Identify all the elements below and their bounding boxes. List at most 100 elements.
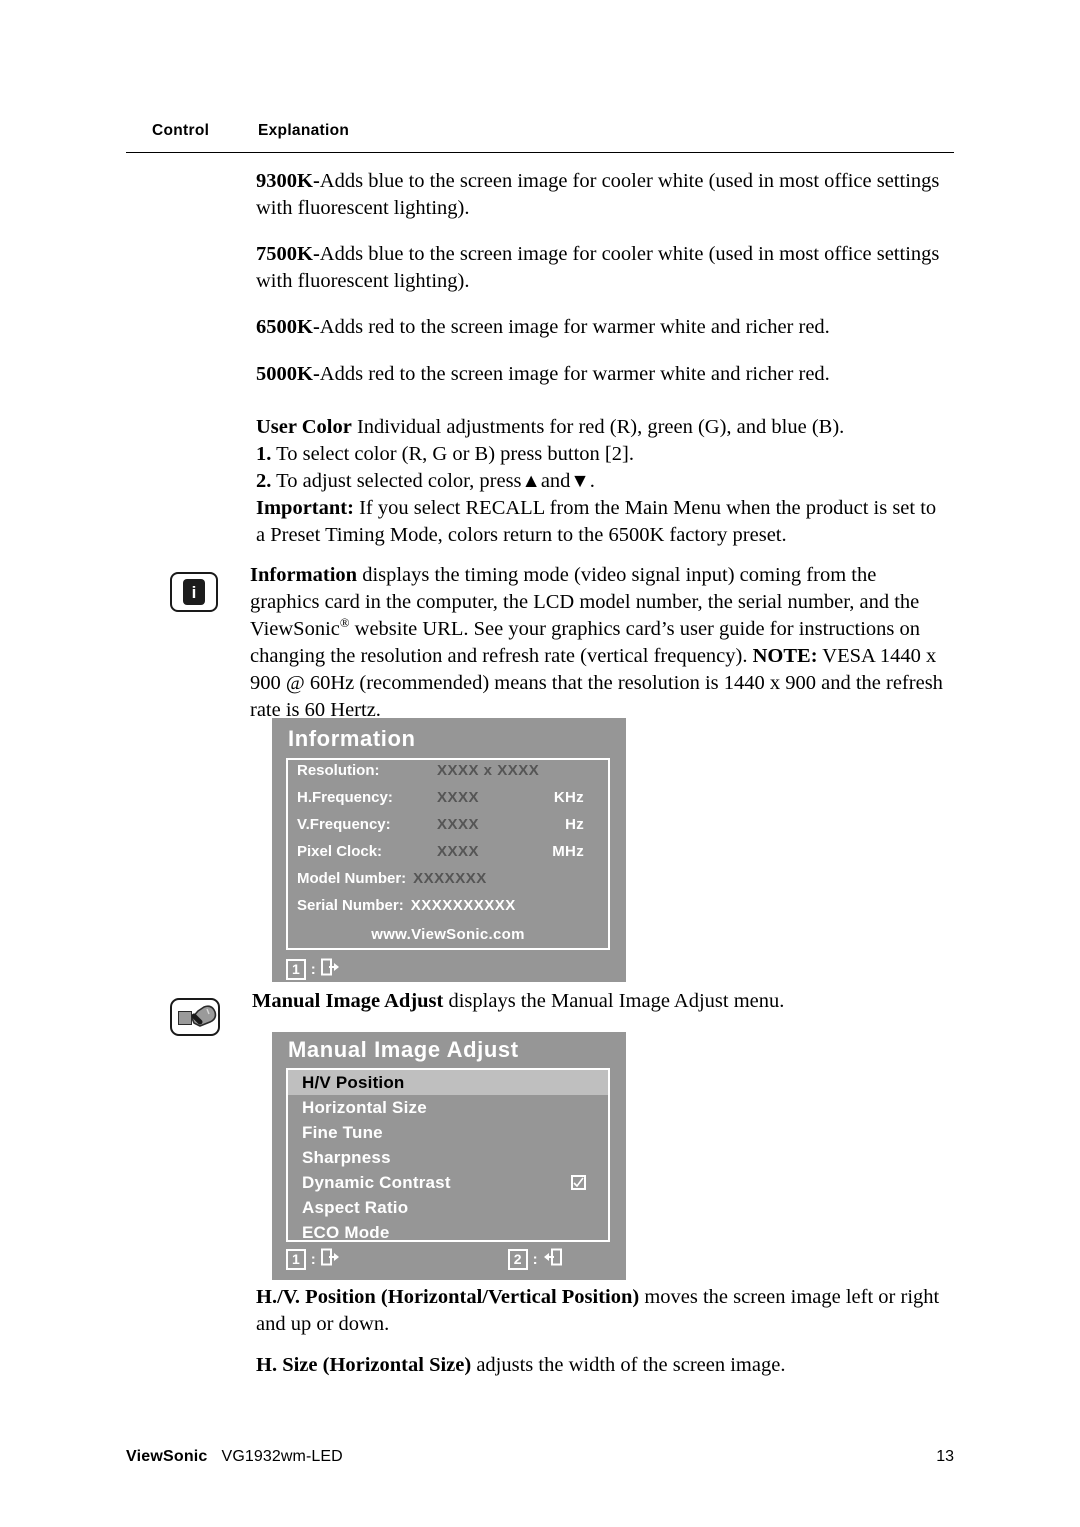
step-2-period: . [589, 470, 595, 492]
footer-brand: ViewSonic [126, 1448, 208, 1465]
term-hv-position: H./V. Position (Horizontal/Vertical Posi… [256, 1286, 640, 1308]
osd-information-title: Information [288, 726, 416, 751]
paragraph-6500k: 6500K-Adds red to the screen image for w… [256, 314, 946, 341]
note-label: NOTE: [752, 645, 818, 667]
exit-icon [320, 958, 340, 981]
wrench-tool-icon [170, 998, 220, 1036]
page-number: 13 [936, 1448, 954, 1465]
osd-row-resolution: Resolution: XXXX x XXXX [288, 762, 608, 789]
osd-label-model-number: Model Number: [297, 870, 407, 887]
term-6500k: 6500K- [256, 316, 320, 338]
osd-value-pixel-clock: XXXX [437, 843, 480, 860]
menu-item-aspect-ratio[interactable]: Aspect Ratio [288, 1195, 608, 1220]
menu-item-eco-mode[interactable]: ECO Mode [288, 1220, 608, 1245]
text-9300k: Adds blue to the screen image for cooler… [256, 170, 940, 219]
step-1-number: 1. [256, 443, 272, 465]
key-badge-1: 1 [286, 959, 306, 980]
osd-row-pixel-clock: Pixel Clock: XXXX MHz [288, 843, 608, 870]
text-5000k: Adds red to the screen image for warmer … [319, 363, 830, 385]
osd-label-resolution: Resolution: [297, 762, 380, 779]
osd-value-model-number: XXXXXXX [413, 870, 487, 887]
footer-colon-2: : [532, 1251, 538, 1268]
osd-value-h-frequency: XXXX [437, 789, 480, 806]
menu-item-horizontal-size[interactable]: Horizontal Size [288, 1095, 608, 1120]
text-information-2: website URL. See your graphics card’s us… [250, 618, 920, 667]
text-manual-image-adjust: displays the Manual Image Adjust menu. [448, 990, 785, 1012]
user-color-important: Important: If you select RECALL from the… [256, 495, 946, 549]
step-2-text: To adjust selected color, press [276, 470, 522, 492]
registered-mark: ® [339, 616, 350, 631]
menu-item-label: Sharpness [302, 1147, 391, 1167]
term-5000k: 5000K- [256, 363, 320, 385]
term-7500k: 7500K- [256, 243, 320, 265]
enter-icon [543, 1248, 562, 1271]
osd-manual-image-adjust-footer: 1 : 2 : [286, 1248, 610, 1271]
user-color-intro: Individual adjustments for red (R), gree… [356, 416, 845, 438]
menu-item-dynamic-contrast[interactable]: Dynamic Contrast [288, 1170, 608, 1195]
osd-label-serial-number: Serial Number: [297, 897, 404, 914]
paragraph-5000k: 5000K-Adds red to the screen image for w… [256, 361, 946, 388]
osd-manual-image-adjust-menu: H/V Position Horizontal Size Fine Tune S… [286, 1068, 610, 1242]
checkbox-checked-icon[interactable] [571, 1175, 586, 1190]
menu-item-label: ECO Mode [302, 1222, 390, 1242]
information-icon-box: i [183, 579, 205, 605]
menu-item-label: H/V Position [302, 1072, 405, 1092]
header-divider [126, 152, 954, 153]
menu-item-label: Fine Tune [302, 1122, 383, 1142]
information-icon: i [170, 572, 218, 612]
osd-manual-image-adjust-title: Manual Image Adjust [288, 1037, 519, 1062]
important-text: If you select RECALL from the Main Menu … [256, 497, 937, 546]
osd-unit-h-frequency: KHz [553, 789, 584, 806]
menu-item-fine-tune[interactable]: Fine Tune [288, 1120, 608, 1145]
user-color-step-2: 2. To adjust selected color, press▲and▼. [256, 468, 946, 495]
step-2-and: and [540, 470, 571, 492]
information-icon-glyph: i [191, 582, 197, 602]
osd-footer-slot-2: 2 : [507, 1248, 562, 1271]
osd-row-serial-number: Serial Number: XXXXXXXXXX [288, 897, 608, 924]
footer-model: VG1932wm-LED [221, 1448, 343, 1465]
osd-row-model-number: Model Number: XXXXXXX [288, 870, 608, 897]
paragraph-user-color: User Color Individual adjustments for re… [256, 414, 946, 549]
term-h-size: H. Size (Horizontal Size) [256, 1354, 472, 1376]
term-information: Information [250, 564, 358, 586]
page-footer: ViewSonic VG1932wm-LED 13 [126, 1448, 954, 1466]
user-color-step-1: 1. To select color (R, G or B) press but… [256, 441, 946, 468]
menu-item-hv-position[interactable]: H/V Position [288, 1070, 608, 1095]
key-badge-1: 1 [286, 1249, 306, 1270]
column-header-control: Control [152, 122, 210, 139]
paragraph-h-size: H. Size (Horizontal Size) adjusts the wi… [256, 1352, 946, 1379]
step-2-number: 2. [256, 470, 272, 492]
text-h-size: adjusts the width of the screen image. [476, 1354, 786, 1376]
osd-row-h-frequency: H.Frequency: XXXX KHz [288, 789, 608, 816]
text-7500k: Adds blue to the screen image for cooler… [256, 243, 940, 292]
osd-label-pixel-clock: Pixel Clock: [297, 843, 383, 860]
paragraph-hv-position: H./V. Position (Horizontal/Vertical Posi… [256, 1284, 946, 1338]
important-label: Important: [256, 497, 354, 519]
menu-item-label: Aspect Ratio [302, 1197, 409, 1217]
footer-colon-1: : [310, 961, 316, 978]
key-badge-2: 2 [507, 1249, 528, 1270]
paragraph-manual-image-adjust: Manual Image Adjust displays the Manual … [252, 988, 952, 1015]
osd-manual-image-adjust-panel: Manual Image Adjust H/V Position Horizon… [272, 1032, 626, 1280]
term-manual-image-adjust: Manual Image Adjust [252, 990, 444, 1012]
exit-icon [320, 1248, 340, 1271]
triangle-down-icon: ▼ [570, 471, 590, 492]
paragraph-information: Information displays the timing mode (vi… [250, 562, 950, 724]
menu-item-label: Horizontal Size [302, 1097, 427, 1117]
osd-value-serial-number: XXXXXXXXXX [410, 897, 516, 914]
osd-row-v-frequency: V.Frequency: XXXX Hz [288, 816, 608, 843]
osd-information-body: Resolution: XXXX x XXXX H.Frequency: XXX… [286, 758, 610, 950]
term-9300k: 9300K- [256, 170, 320, 192]
osd-unit-v-frequency: Hz [565, 816, 584, 833]
footer-colon-1: : [310, 1251, 316, 1268]
step-1-text: To select color (R, G or B) press button… [276, 443, 634, 465]
osd-value-resolution: XXXX x XXXX [437, 762, 540, 779]
osd-unit-pixel-clock: MHz [552, 843, 584, 860]
osd-website-url: www.ViewSonic.com [371, 926, 525, 943]
user-color-intro-line: User Color Individual adjustments for re… [256, 414, 946, 441]
paragraph-7500k: 7500K-Adds blue to the screen image for … [256, 241, 946, 295]
osd-label-h-frequency: H.Frequency: [297, 789, 393, 806]
osd-information-panel: Information Resolution: XXXX x XXXX H.Fr… [272, 718, 626, 982]
menu-item-sharpness[interactable]: Sharpness [288, 1145, 608, 1170]
menu-item-label: Dynamic Contrast [302, 1172, 451, 1192]
